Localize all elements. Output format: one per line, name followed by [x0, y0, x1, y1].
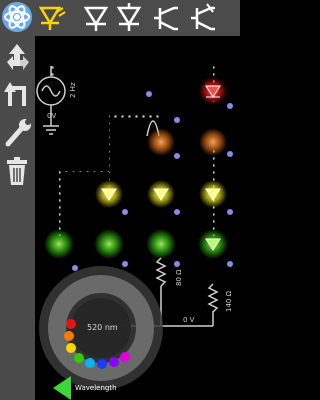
transistor-alt-icon — [191, 3, 215, 31]
recycle-button[interactable] — [0, 38, 35, 76]
circuit-canvas[interactable]: 2 Hz 0V 80 Ω 140 Ω 0 V 520 nm Wavelength — [35, 36, 240, 400]
transistor-icon — [154, 6, 178, 31]
resistor-140-label: 140 Ω — [225, 290, 233, 312]
ground-voltage-label: 0 V — [183, 316, 195, 324]
trash-button[interactable] — [0, 152, 35, 190]
green-led[interactable] — [44, 229, 228, 259]
toolbar-transistor-button[interactable] — [150, 0, 183, 36]
wrench-icon — [5, 119, 31, 147]
atom-settings-icon — [2, 2, 32, 32]
toolbar-transistor-2-button[interactable] — [187, 0, 220, 36]
resistor-80-label: 80 Ω — [175, 269, 183, 286]
trash-icon — [7, 157, 27, 185]
resistor-80-ohm[interactable] — [155, 257, 167, 287]
resistor-140-ohm[interactable] — [207, 283, 219, 313]
left-sidebar — [0, 36, 35, 400]
toolbar-settings-button[interactable] — [0, 0, 33, 36]
wrench-button[interactable] — [0, 114, 35, 152]
wavelength-picker[interactable]: 520 nm — [39, 266, 163, 390]
orange-led[interactable] — [147, 128, 227, 156]
top-toolbar — [0, 0, 240, 36]
led-icon — [38, 6, 66, 30]
yellow-led[interactable] — [95, 180, 227, 208]
app-window: 2 Hz 0V 80 Ω 140 Ω 0 V 520 nm Wavelength — [0, 0, 240, 400]
source-voltage-label: 0V — [47, 112, 56, 120]
wavelength-value: 520 nm — [87, 323, 118, 332]
diode-icon — [83, 6, 109, 31]
wavelength-label: Wavelength — [75, 384, 117, 392]
toolbar-diode-button[interactable] — [80, 0, 113, 36]
wavelength-triangle-icon[interactable] — [53, 376, 71, 400]
undo-button[interactable] — [0, 76, 35, 114]
source-frequency-label: 2 Hz — [69, 82, 77, 98]
toolbar-diode-2-button[interactable] — [113, 0, 146, 36]
red-led[interactable] — [199, 77, 227, 105]
undo-icon — [4, 82, 26, 106]
toolbar-led-button[interactable] — [33, 0, 66, 36]
recycle-icon — [7, 44, 29, 70]
diode-alt-icon — [116, 3, 142, 31]
